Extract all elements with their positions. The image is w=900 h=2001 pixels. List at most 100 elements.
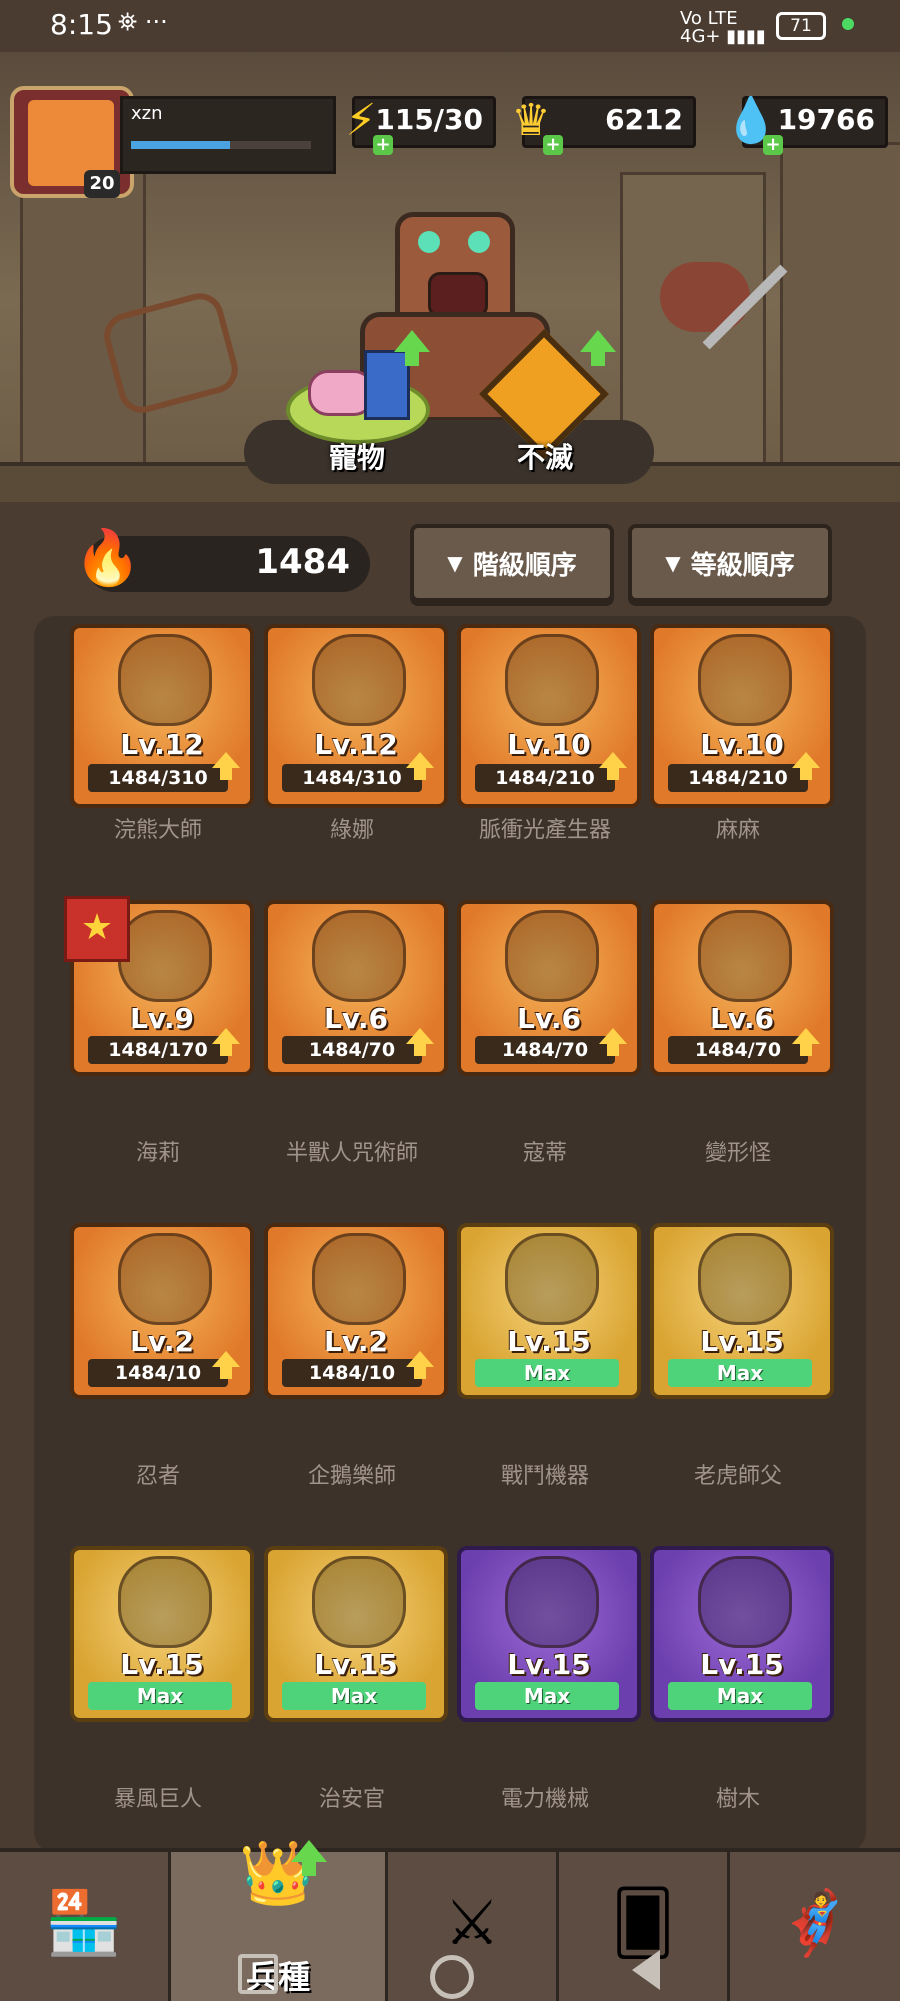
unit-portrait: [118, 634, 212, 726]
unit-card-progress: 1484/70: [475, 1036, 615, 1064]
unit-card-progress: 1484/170: [88, 1036, 228, 1064]
unit-level: Lv.15: [507, 1648, 591, 1681]
clock: 8:15: [50, 8, 113, 41]
unit-card[interactable]: Lv.12 1484/310: [70, 624, 254, 808]
upgrade-arrow-icon: [212, 1351, 240, 1379]
sort-by-rank-button[interactable]: ▼ 階級順序: [410, 524, 614, 602]
upgrade-arrow-icon: [406, 752, 434, 780]
unit-card[interactable]: Lv.6 1484/70: [457, 900, 641, 1076]
notification-icons: ⛯ ···: [118, 8, 168, 36]
gold-counter[interactable]: ♛ + 6212: [511, 95, 696, 155]
battery-icon: 71: [776, 12, 826, 40]
relic-icon: [364, 350, 410, 420]
unit-card[interactable]: Lv.6 1484/70: [264, 900, 448, 1076]
xp-fill: [131, 141, 230, 149]
unit-name: 寇蒂: [522, 1141, 567, 1166]
unit-card[interactable]: Lv.2 1484/10: [70, 1223, 254, 1399]
max-level-bar: Max: [88, 1682, 232, 1710]
unit-portrait: [312, 634, 406, 726]
immortal-button[interactable]: 不滅: [470, 328, 620, 480]
shop-icon: 🏪: [45, 1886, 123, 1959]
home-icon[interactable]: [430, 1955, 474, 1999]
unit-name: 戰鬥機器: [500, 1464, 589, 1489]
unit-card[interactable]: Lv.15 Max: [70, 1546, 254, 1722]
favorite-star-icon[interactable]: ★: [64, 896, 130, 962]
unit-portrait: [505, 1233, 599, 1325]
unit-portrait: [118, 1556, 212, 1648]
unit-card-progress: 1484/10: [88, 1359, 228, 1387]
max-level-bar: Max: [475, 1359, 619, 1387]
name-panel: xzn: [120, 96, 336, 174]
unit-portrait: [505, 634, 599, 726]
unit-name: 忍者: [135, 1464, 180, 1489]
unit-level: Lv.15: [120, 1648, 204, 1681]
tab-units[interactable]: 👑 兵種: [171, 1840, 388, 2001]
unit-card[interactable]: Lv.15 Max: [457, 1223, 641, 1399]
unit-card-progress: 1484/210: [668, 764, 808, 792]
unit-card[interactable]: Lv.15 Max: [650, 1546, 834, 1722]
immortal-label: 不滅: [516, 441, 573, 474]
pet-button[interactable]: 寵物: [282, 330, 432, 480]
unit-card-progress: 1484/310: [88, 764, 228, 792]
unit-level: Lv.15: [700, 1648, 784, 1681]
unit-card[interactable]: Lv.10 1484/210: [650, 624, 834, 808]
recents-icon[interactable]: [238, 1954, 278, 1994]
player-profile[interactable]: 20 xzn: [0, 78, 336, 198]
back-icon[interactable]: [632, 1950, 660, 1990]
unit-name: 脈衝光產生器: [478, 818, 611, 843]
upgrade-arrow-icon: [291, 1840, 327, 1862]
upgrade-arrow-icon: [212, 1028, 240, 1056]
heroes-icon: 🦸: [776, 1886, 854, 1959]
crossed-swords-icon: ⚔: [444, 1886, 500, 1959]
card-icon: 🂠: [611, 1886, 675, 1959]
unit-card[interactable]: Lv.10 1484/210: [457, 624, 641, 808]
pet-label: 寵物: [328, 441, 385, 474]
unit-portrait: [118, 1233, 212, 1325]
xp-bar: [131, 141, 311, 149]
upgrade-arrow-icon: [212, 752, 240, 780]
unit-name: 麻麻: [715, 818, 760, 843]
plus-icon[interactable]: +: [543, 135, 563, 155]
player-name: xzn: [131, 103, 163, 124]
status-bar: 8:15 ⛯ ··· Vo LTE 4G+ ▮▮▮▮ 71: [0, 0, 900, 52]
unit-name: 治安官: [318, 1787, 385, 1812]
unit-name: 變形怪: [704, 1141, 771, 1166]
unit-portrait: [505, 910, 599, 1002]
gem-counter[interactable]: 💧 + 19766: [724, 95, 888, 155]
tab-shop[interactable]: 🏪: [0, 1852, 171, 2001]
unit-name: 綠娜: [329, 818, 374, 843]
unit-card[interactable]: Lv.6 1484/70: [650, 900, 834, 1076]
upgrade-arrow-icon: [599, 752, 627, 780]
unit-card-progress: 1484/70: [282, 1036, 422, 1064]
unit-card[interactable]: Lv.2 1484/10: [264, 1223, 448, 1399]
dropdown-triangle-icon: ▼: [665, 551, 681, 575]
unit-level: Lv.15: [507, 1325, 591, 1358]
tab-heroes[interactable]: 🦸: [730, 1852, 900, 2001]
stone-pillar: [780, 142, 900, 488]
sort-by-level-button[interactable]: ▼ 等級順序: [628, 524, 832, 602]
unit-card[interactable]: Lv.12 1484/310: [264, 624, 448, 808]
unit-card[interactable]: Lv.15 Max: [264, 1546, 448, 1722]
unit-portrait: [698, 1233, 792, 1325]
tab-units-label: 兵種: [245, 1958, 310, 1996]
plus-icon[interactable]: +: [763, 135, 783, 155]
energy-counter[interactable]: ⚡ + 115/30: [346, 95, 496, 155]
unit-name: 企鵝樂師: [307, 1464, 396, 1489]
unit-card[interactable]: Lv.15 Max: [650, 1223, 834, 1399]
unit-portrait: [698, 1556, 792, 1648]
unit-name: 老虎師父: [693, 1464, 782, 1489]
max-level-bar: Max: [475, 1682, 619, 1710]
unit-portrait: [698, 634, 792, 726]
unit-name: 電力機械: [500, 1787, 589, 1812]
unit-portrait: [698, 910, 792, 1002]
unit-name: 樹木: [715, 1787, 760, 1812]
unit-level: Lv.15: [700, 1325, 784, 1358]
upgrade-arrow-icon: [406, 1351, 434, 1379]
unit-name: 半獸人咒術師: [285, 1141, 418, 1166]
network-indicator: Vo LTE 4G+ ▮▮▮▮: [680, 8, 766, 47]
plus-icon[interactable]: +: [373, 135, 393, 155]
unit-card-progress: 1484/70: [668, 1036, 808, 1064]
status-dot: [842, 18, 854, 30]
unit-card[interactable]: Lv.15 Max: [457, 1546, 641, 1722]
max-level-bar: Max: [668, 1359, 812, 1387]
